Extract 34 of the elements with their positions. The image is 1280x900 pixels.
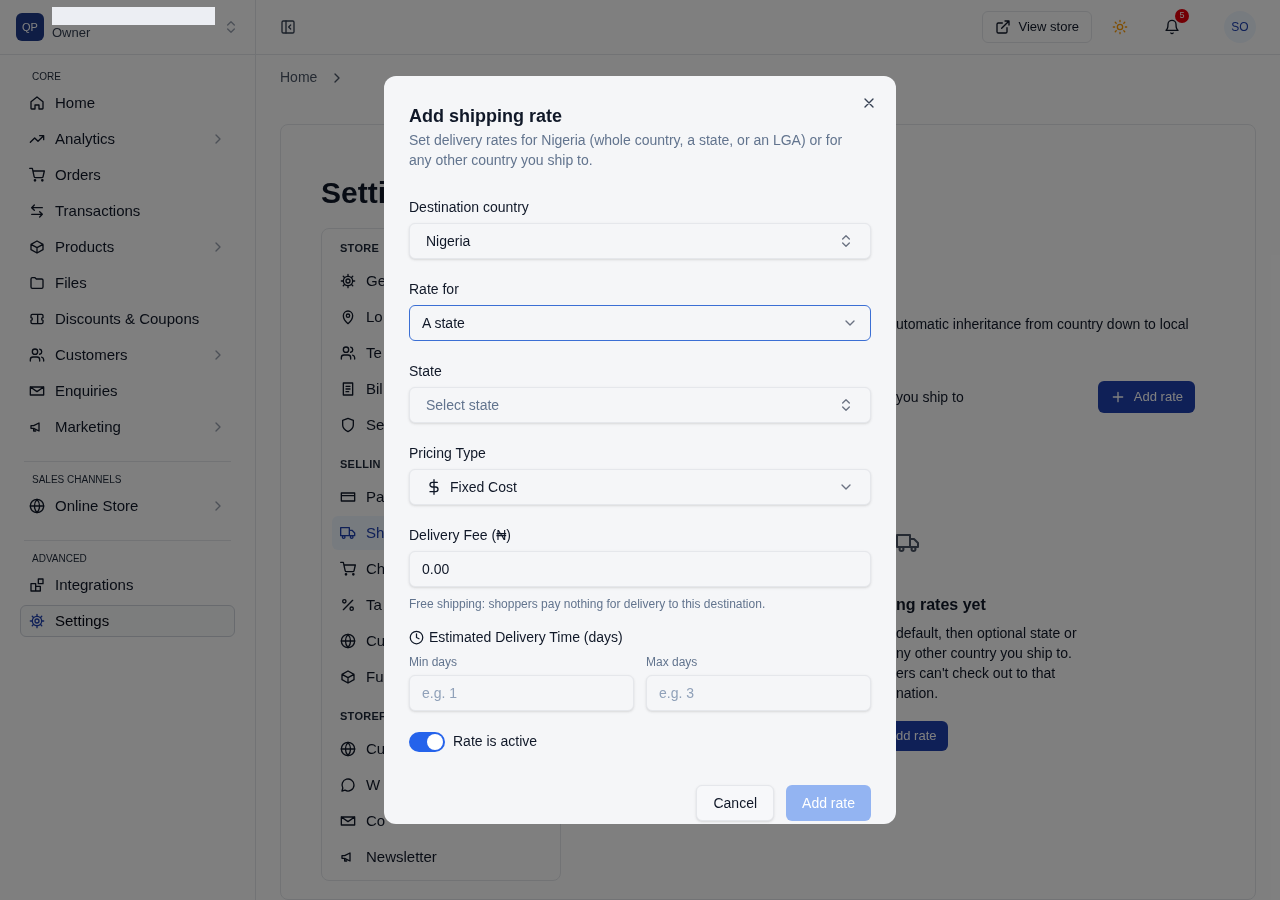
field-label: Min days bbox=[409, 654, 459, 671]
empty-state-text: ers can't check out to that bbox=[896, 664, 1057, 683]
shipping-description: utomatic inheritance from country down to local bbox=[896, 315, 1190, 334]
section-heading: Estimated Delivery Time (days) bbox=[429, 628, 623, 647]
empty-state-title: ng rates yet bbox=[896, 595, 987, 615]
field-label: State bbox=[409, 362, 443, 381]
section-label: ADVANCED bbox=[31, 552, 87, 566]
field-label: Pricing Type bbox=[409, 444, 487, 463]
notification-badge: 5 bbox=[1175, 9, 1189, 23]
field-value: Fixed Cost bbox=[450, 477, 517, 497]
field-label: Destination country bbox=[409, 198, 530, 217]
empty-state-text: default, then optional state or bbox=[896, 624, 1078, 643]
section-label: SELLIN bbox=[339, 457, 381, 471]
page-title: Setti bbox=[321, 175, 386, 211]
dialog-title: Add shipping rate bbox=[409, 105, 562, 128]
field-label: Delivery Fee (₦) bbox=[409, 526, 512, 545]
field-label: Rate for bbox=[409, 280, 460, 299]
dialog-description: Set delivery rates for Nigeria (whole country, a state, or an LGA) or for any other country you ship to. bbox=[409, 131, 844, 170]
store-logo: QP bbox=[16, 13, 44, 41]
section-label: STOREF bbox=[339, 709, 387, 723]
section-label: STORE bbox=[339, 241, 380, 255]
field-value: A state bbox=[422, 313, 465, 333]
section-label: SALES CHANNELS bbox=[31, 473, 122, 487]
field-label: Max days bbox=[646, 654, 699, 671]
field-placeholder: Select state bbox=[426, 395, 500, 415]
field-help: Free shipping: shoppers pay nothing for delivery to this destination. bbox=[409, 596, 767, 613]
empty-state-text: nation. bbox=[896, 684, 940, 703]
field-value: Nigeria bbox=[426, 231, 471, 251]
empty-state-text: ny other country you ship to. bbox=[896, 644, 1073, 663]
shipping-subtitle: you ship to bbox=[896, 387, 964, 407]
user-role: Owner bbox=[52, 25, 92, 41]
toggle-label: Rate is active bbox=[453, 732, 538, 751]
field-value: 0.00 bbox=[422, 559, 450, 579]
section-label: CORE bbox=[31, 70, 61, 84]
